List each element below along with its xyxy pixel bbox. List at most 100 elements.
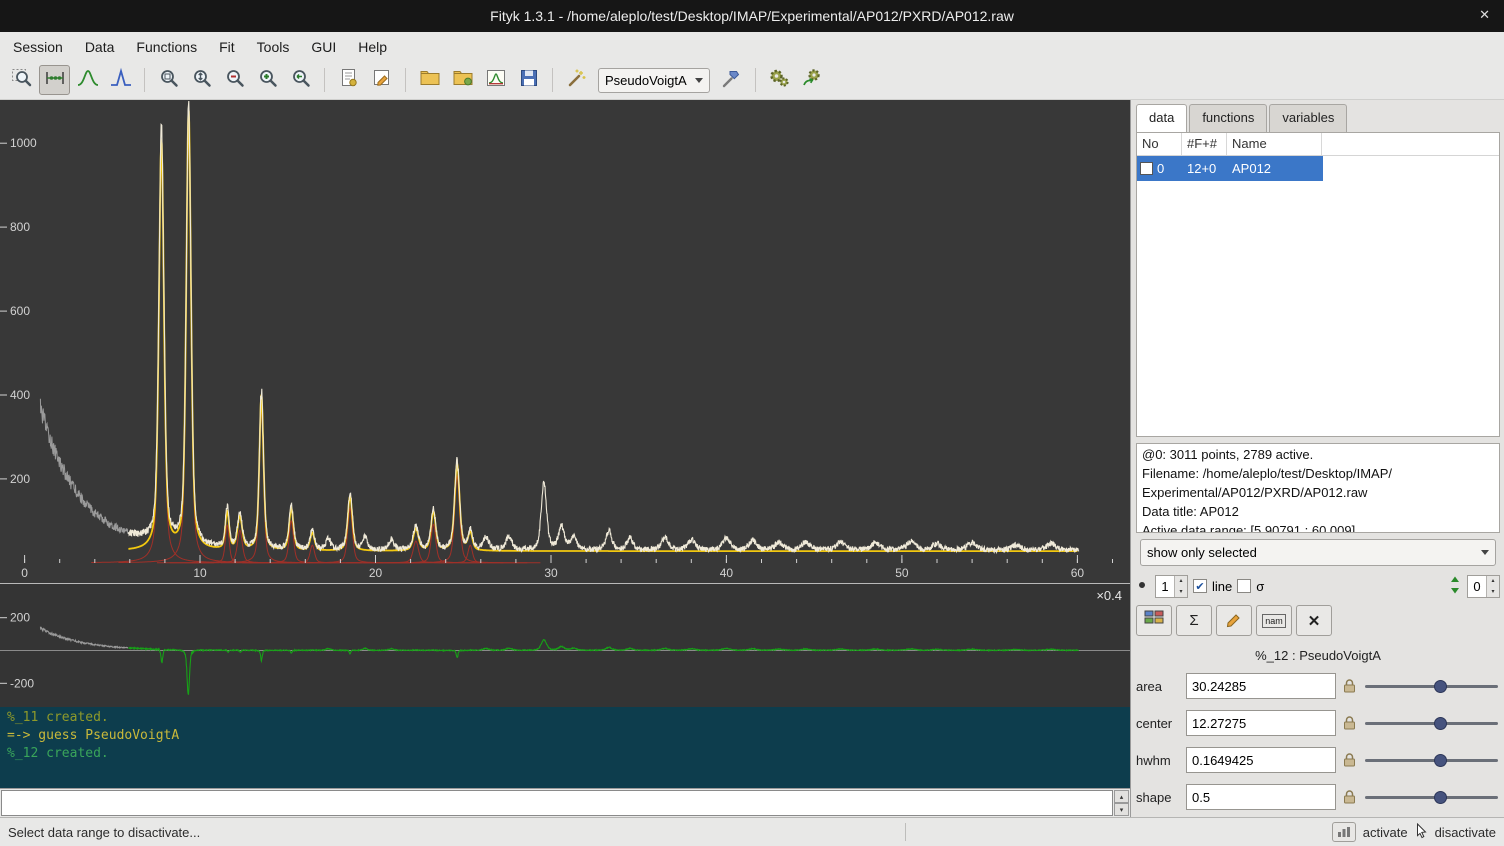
sigma-checkbox[interactable] <box>1237 579 1251 593</box>
param-row-shape: shape <box>1136 782 1500 812</box>
command-input[interactable] <box>1 790 1113 816</box>
load-data-button[interactable] <box>414 65 445 95</box>
shift-spinner[interactable]: 0 ▴▾ <box>1467 575 1500 598</box>
menu-functions[interactable]: Functions <box>125 35 208 59</box>
sigma-sum-icon: Σ <box>1189 612 1198 629</box>
edit-data-button[interactable] <box>1216 605 1252 636</box>
add-peak-mode-button[interactable] <box>72 65 103 95</box>
close-button[interactable]: ✕ <box>1479 7 1490 23</box>
add-peak-icon <box>76 66 100 95</box>
point-size-spinner[interactable]: 1 ▴▾ <box>1155 575 1188 598</box>
lock-icon[interactable] <box>1342 678 1357 694</box>
zoom-out-button[interactable] <box>219 65 250 95</box>
show-filter-dropdown[interactable]: show only selected <box>1140 539 1496 566</box>
zoom-all-button[interactable] <box>153 65 184 95</box>
spinner-arrows[interactable]: ▴▾ <box>1486 576 1499 597</box>
line-checkbox[interactable]: ✔ <box>1193 579 1207 593</box>
zoom-vertical-button[interactable] <box>186 65 217 95</box>
sum-data-button[interactable]: Σ <box>1176 605 1212 636</box>
meter-icon <box>1337 826 1351 838</box>
main-plot[interactable]: 01020304050602004006008001000 <box>0 100 1130 583</box>
param-area-input[interactable] <box>1186 673 1336 699</box>
duplicate-data-button[interactable] <box>1136 605 1172 636</box>
point-size-value: 1 <box>1156 576 1174 597</box>
rename-data-button[interactable]: nam <box>1256 605 1292 636</box>
history-up-icon[interactable]: ▴ <box>1114 790 1129 803</box>
edit-script-button[interactable] <box>366 65 397 95</box>
slider-thumb[interactable] <box>1434 717 1447 730</box>
zoom-select-mode-button[interactable] <box>6 65 37 95</box>
param-shape-input[interactable] <box>1186 784 1336 810</box>
param-shape-slider[interactable] <box>1363 788 1500 806</box>
tab-data[interactable]: data <box>1136 104 1187 132</box>
dataset-list-header: No #F+# Name <box>1137 133 1499 156</box>
dataset-color-swatch[interactable] <box>1140 162 1153 175</box>
param-hwhm-input[interactable] <box>1186 747 1336 773</box>
tab-variables[interactable]: variables <box>1269 104 1347 132</box>
edit-script-icon <box>370 66 394 95</box>
status-config-button[interactable] <box>1332 822 1356 842</box>
spin-up-icon[interactable]: ▴ <box>1175 576 1187 587</box>
menu-tools[interactable]: Tools <box>246 35 301 59</box>
slider-thumb[interactable] <box>1434 791 1447 804</box>
guess-peak-button[interactable] <box>716 65 747 95</box>
delete-data-button[interactable]: ✕ <box>1296 605 1332 636</box>
svg-text:50: 50 <box>895 566 909 580</box>
column-header-name[interactable]: Name <box>1227 133 1322 155</box>
history-spinner[interactable]: ▴▾ <box>1114 790 1129 816</box>
add-linear-mode-button[interactable] <box>105 65 136 95</box>
function-type-dropdown[interactable]: PseudoVoigtA <box>598 68 710 93</box>
fit-undo-button[interactable] <box>797 65 828 95</box>
fit-y-zoom-icon[interactable] <box>1448 575 1462 598</box>
column-header-no[interactable]: No <box>1137 133 1182 155</box>
copy-grid-icon <box>1144 610 1164 632</box>
param-hwhm-slider[interactable] <box>1363 751 1500 769</box>
function-header: %_12 : PseudoVoigtA <box>1136 648 1500 663</box>
param-row-hwhm: hwhm <box>1136 745 1500 775</box>
spinner-arrows[interactable]: ▴▾ <box>1174 576 1187 597</box>
export-image-button[interactable] <box>480 65 511 95</box>
history-down-icon[interactable]: ▾ <box>1114 803 1129 816</box>
spin-down-icon[interactable]: ▾ <box>1175 586 1187 597</box>
info-line: Active data range: [5.90791 ; 60.009] <box>1142 521 1494 533</box>
param-center-input[interactable] <box>1186 710 1336 736</box>
load-data-custom-button[interactable] <box>447 65 478 95</box>
data-range-mode-button[interactable] <box>39 65 70 95</box>
menu-session[interactable]: Session <box>2 35 74 59</box>
slider-thumb[interactable] <box>1434 754 1447 767</box>
add-linear-icon <box>109 66 133 95</box>
menu-gui[interactable]: GUI <box>300 35 347 59</box>
spin-down-icon[interactable]: ▾ <box>1487 586 1499 597</box>
gear-undo-icon <box>800 66 824 95</box>
menu-fit[interactable]: Fit <box>208 35 246 59</box>
auxiliary-plot[interactable]: 200-200×0.4 <box>0 583 1130 707</box>
data-transform-button[interactable] <box>561 65 592 95</box>
column-header-functions[interactable]: #F+# <box>1182 133 1227 155</box>
sidebar: data functions variables No #F+# Name 0 … <box>1130 100 1504 817</box>
slider-track <box>1365 796 1498 799</box>
slider-thumb[interactable] <box>1434 680 1447 693</box>
zoom-vertical-icon <box>190 66 214 95</box>
pointer-icon <box>1415 823 1428 842</box>
session-log-button[interactable] <box>333 65 364 95</box>
param-center-slider[interactable] <box>1363 714 1500 732</box>
dataset-list: No #F+# Name 0 12+0 AP012 <box>1136 132 1500 437</box>
lock-icon[interactable] <box>1342 789 1357 805</box>
menu-data[interactable]: Data <box>74 35 126 59</box>
menu-help[interactable]: Help <box>347 35 398 59</box>
zoom-previous-button[interactable] <box>285 65 316 95</box>
zoom-in-button[interactable] <box>252 65 283 95</box>
param-label: shape <box>1136 790 1180 805</box>
lock-icon[interactable] <box>1342 752 1357 768</box>
info-line: Filename: /home/aleplo/test/Desktop/IMAP… <box>1142 464 1494 483</box>
tab-functions[interactable]: functions <box>1189 104 1267 132</box>
dataset-row[interactable]: 0 12+0 AP012 <box>1137 156 1323 181</box>
data-range-icon <box>43 66 67 95</box>
fit-run-button[interactable] <box>764 65 795 95</box>
dataset-info: @0: 3011 points, 2789 active. Filename: … <box>1136 443 1500 533</box>
save-session-button[interactable] <box>513 65 544 95</box>
lock-icon[interactable] <box>1342 715 1357 731</box>
slider-track <box>1365 759 1498 762</box>
param-area-slider[interactable] <box>1363 677 1500 695</box>
spin-up-icon[interactable]: ▴ <box>1487 576 1499 587</box>
